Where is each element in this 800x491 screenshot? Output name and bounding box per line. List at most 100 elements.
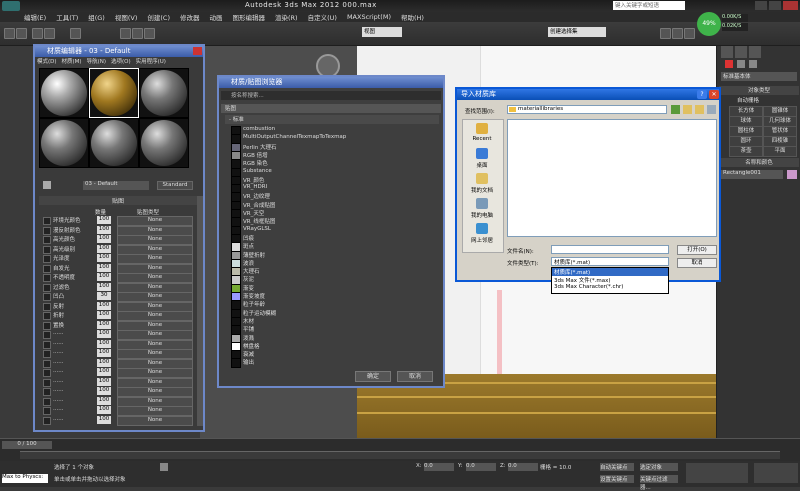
map-amount-spinner[interactable]: 100 (97, 235, 111, 243)
menu-item[interactable]: 动画 (210, 12, 223, 22)
standard-subcategory[interactable]: - 标准 (225, 115, 439, 124)
name-color-rollout[interactable]: 名称和颜色 (719, 158, 799, 167)
map-amount-spinner[interactable]: 100 (97, 263, 111, 272)
map-type-button[interactable]: None (117, 225, 193, 236)
map-amount-spinner[interactable]: 100 (97, 225, 111, 234)
map-type-button[interactable]: None (117, 301, 193, 312)
material-sample-slot[interactable] (89, 118, 139, 168)
map-slot-checkbox[interactable] (43, 236, 51, 244)
create-tab-icon[interactable] (721, 46, 733, 58)
map-amount-spinner[interactable]: 100 (97, 273, 111, 281)
map-amount-spinner[interactable]: 100 (97, 387, 111, 395)
menu-item[interactable]: 创建(C) (147, 12, 170, 22)
import-close-button[interactable]: ✕ (709, 90, 719, 99)
map-amount-spinner[interactable]: 100 (97, 301, 111, 310)
map-slot-checkbox[interactable] (43, 388, 51, 396)
menu-item[interactable]: MAXScript(M) (347, 13, 391, 21)
scale-icon[interactable] (144, 28, 155, 39)
lock-selection-icon[interactable] (160, 463, 168, 471)
navigation-controls[interactable] (754, 463, 798, 483)
autogrid-checkbox[interactable]: 自动栅格 (737, 96, 797, 104)
map-amount-spinner[interactable]: 100 (97, 377, 111, 386)
material-sample-slot[interactable] (39, 68, 89, 118)
menu-item[interactable]: 图形编辑器 (233, 12, 266, 22)
place-shortcut[interactable]: 我的电脑 (462, 198, 502, 226)
setkey-button[interactable]: 设置关键点 (600, 475, 634, 483)
material-editor-close-button[interactable] (193, 47, 202, 55)
up-folder-icon[interactable] (683, 105, 692, 114)
map-slot-checkbox[interactable] (43, 397, 51, 406)
map-amount-spinner[interactable]: 100 (97, 406, 111, 414)
map-amount-spinner[interactable]: 100 (97, 244, 111, 253)
map-slot-checkbox[interactable] (43, 359, 51, 368)
material-sample-slot[interactable] (139, 68, 189, 118)
unlink-icon[interactable] (44, 28, 55, 39)
map-amount-spinner[interactable]: 100 (97, 349, 111, 357)
map-type-button[interactable]: None (117, 244, 193, 255)
map-amount-spinner[interactable]: 100 (97, 396, 111, 405)
render-setup-icon[interactable] (672, 28, 683, 39)
material-editor-menu-item[interactable]: 导航(N) (87, 57, 106, 66)
material-editor-menu-item[interactable]: 材质(M) (62, 57, 82, 66)
minimize-button[interactable] (755, 1, 767, 10)
hierarchy-tab-icon[interactable] (749, 46, 761, 58)
shapes-icon[interactable] (737, 60, 745, 68)
maximize-button[interactable] (769, 1, 781, 10)
place-shortcut[interactable]: 我的文档 (462, 173, 502, 201)
map-slot-checkbox[interactable] (43, 264, 51, 273)
maps-rollout-header[interactable]: 贴图 (39, 196, 197, 205)
open-button[interactable]: 打开(O) (677, 245, 717, 255)
primitive-button[interactable]: 平面 (763, 146, 797, 157)
map-slot-checkbox[interactable] (43, 321, 51, 330)
map-type-button[interactable]: None (117, 263, 193, 274)
object-color-swatch[interactable] (787, 170, 797, 179)
material-sample-slot[interactable] (89, 68, 139, 118)
map-slot-checkbox[interactable] (43, 255, 51, 263)
map-slot-checkbox[interactable] (43, 340, 51, 349)
menu-item[interactable]: 编辑(E) (24, 12, 46, 22)
map-type-button[interactable]: None (117, 235, 193, 245)
selected-dropdown[interactable]: 选定对象 (640, 463, 678, 471)
menu-item[interactable]: 视图(V) (115, 12, 138, 22)
map-slot-checkbox[interactable] (43, 331, 51, 339)
map-slot-checkbox[interactable] (43, 407, 51, 415)
map-type-button[interactable]: None (117, 358, 193, 369)
map-amount-spinner[interactable]: 100 (97, 368, 111, 376)
y-coordinate[interactable]: 0.0 (466, 463, 496, 471)
map-amount-spinner[interactable]: 100 (97, 254, 111, 262)
z-coordinate[interactable]: 0.0 (508, 463, 538, 471)
playback-controls[interactable] (686, 463, 748, 483)
material-editor-menu-item[interactable]: 实用程序(U) (136, 57, 166, 66)
dialog-cancel-button[interactable]: 取消 (677, 258, 717, 268)
selection-set-dropdown[interactable]: 创建选择集 (548, 27, 606, 37)
map-type-button[interactable]: None (117, 339, 193, 350)
menu-item[interactable]: 自定义(U) (308, 12, 337, 22)
menu-item[interactable]: 修改器 (180, 12, 200, 22)
material-editor-menu-item[interactable]: 选项(O) (111, 57, 131, 66)
map-type-button[interactable]: None (117, 311, 193, 321)
menu-item[interactable]: 组(G) (88, 12, 105, 22)
material-editor-menu-item[interactable]: 模式(D) (37, 57, 57, 66)
menu-item[interactable]: 帮助(H) (401, 12, 424, 22)
select-icon[interactable] (70, 28, 81, 39)
material-type-button[interactable]: Standard (157, 181, 193, 190)
undo-icon[interactable] (4, 28, 15, 39)
material-editor-icon[interactable] (660, 28, 671, 39)
filetype-option[interactable]: 3ds Max 文件(*.max) (552, 276, 668, 284)
filetype-option[interactable]: 3ds Max Character(*.chr) (552, 284, 668, 292)
back-icon[interactable] (671, 105, 680, 114)
map-type-button[interactable]: None (117, 415, 193, 426)
map-slot-checkbox[interactable] (43, 369, 51, 377)
file-list[interactable] (507, 119, 717, 237)
object-type-rollout[interactable]: 对象类型 (719, 86, 799, 95)
map-type-button[interactable]: None (117, 273, 193, 283)
map-slot-checkbox[interactable] (43, 293, 51, 301)
browser-cancel-button[interactable]: 取消 (397, 371, 433, 382)
filetype-dropdown[interactable]: 材质库(*.mat) (551, 257, 669, 266)
map-slot-checkbox[interactable] (43, 283, 51, 292)
map-slot-checkbox[interactable] (43, 312, 51, 320)
map-amount-spinner[interactable]: 100 (97, 216, 111, 224)
link-icon[interactable] (32, 28, 43, 39)
map-type-button[interactable]: None (117, 368, 193, 378)
close-button[interactable] (783, 1, 798, 10)
